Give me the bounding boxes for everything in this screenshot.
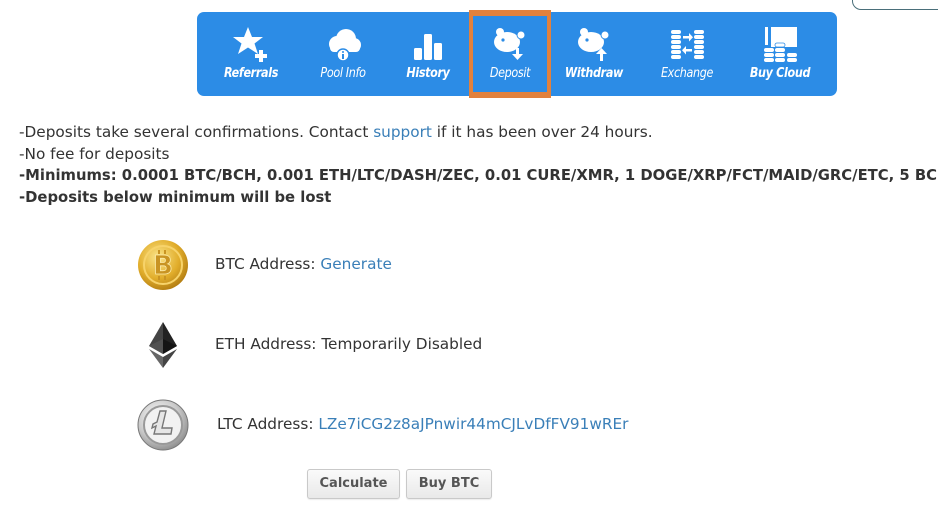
coins-exchange-icon [671,30,704,59]
nav-item-history[interactable]: History [383,12,473,96]
cloud-info-icon [329,29,361,62]
info-line-minimums: -Minimums: 0.0001 BTC/BCH, 0.001 ETH/LTC… [19,167,938,184]
btc-address: BTC Address: Generate [215,255,392,273]
nav-label: Referrals [223,66,279,81]
generate-btc-address-link[interactable]: Generate [320,255,391,273]
nav-item-buy-cloud[interactable]: Buy Cloud [733,12,827,96]
nav-label: Pool Info [320,66,366,81]
nav-item-pool-info[interactable]: Pool Info [297,12,389,96]
nav-item-referrals[interactable]: Referrals [205,12,297,96]
ltc-address-row: LTC Address: LZe7iCG2z8aJPnwir44mCJLvDfF… [0,399,938,459]
info-line-no-fee: -No fee for deposits [19,145,170,163]
nav-item-deposit[interactable]: Deposit [469,10,551,98]
nav-label: Buy Cloud [749,66,811,81]
bitcoin-icon: B [138,240,188,290]
ltc-address-value[interactable]: LZe7iCG2z8aJPnwir44mCJLvDfFV91wREr [318,415,628,433]
support-link[interactable]: support [373,123,432,141]
info-line-warning: -Deposits below minimum will be lost [19,189,332,206]
bar-chart-icon [414,34,442,60]
piggy-bank-up-icon [578,28,610,61]
star-plus-icon [233,27,267,62]
nav-label: History [406,66,450,81]
litecoin-icon [137,399,189,451]
ltc-address: LTC Address: LZe7iCG2z8aJPnwir44mCJLvDfF… [217,415,629,433]
info-line-confirmations: -Deposits take several confirmations. Co… [19,123,653,141]
nav-label: Deposit [489,66,531,81]
eth-address-status: Temporarily Disabled [321,335,483,353]
nav-item-withdraw[interactable]: Withdraw [549,12,639,96]
btc-address-row: B BTC Address: Generate [0,239,938,299]
piggy-bank-down-icon [494,28,526,60]
nav-label: Exchange [660,66,714,81]
calculate-button[interactable]: Calculate [307,469,400,499]
ethereum-icon [149,322,177,368]
nav-label: Withdraw [564,66,624,81]
top-right-partial-button[interactable] [852,0,938,10]
deposit-info: -Deposits take several confirmations. Co… [19,121,938,209]
nav-bar: Referrals Pool Info History Deposit With… [197,10,837,98]
coins-cloud-icon [764,27,797,62]
eth-address: ETH Address: Temporarily Disabled [215,335,483,353]
buy-btc-button[interactable]: Buy BTC [406,469,492,499]
eth-address-row: ETH Address: Temporarily Disabled [0,319,938,379]
nav-item-exchange[interactable]: Exchange [641,12,733,96]
svg-text:B: B [153,251,173,281]
